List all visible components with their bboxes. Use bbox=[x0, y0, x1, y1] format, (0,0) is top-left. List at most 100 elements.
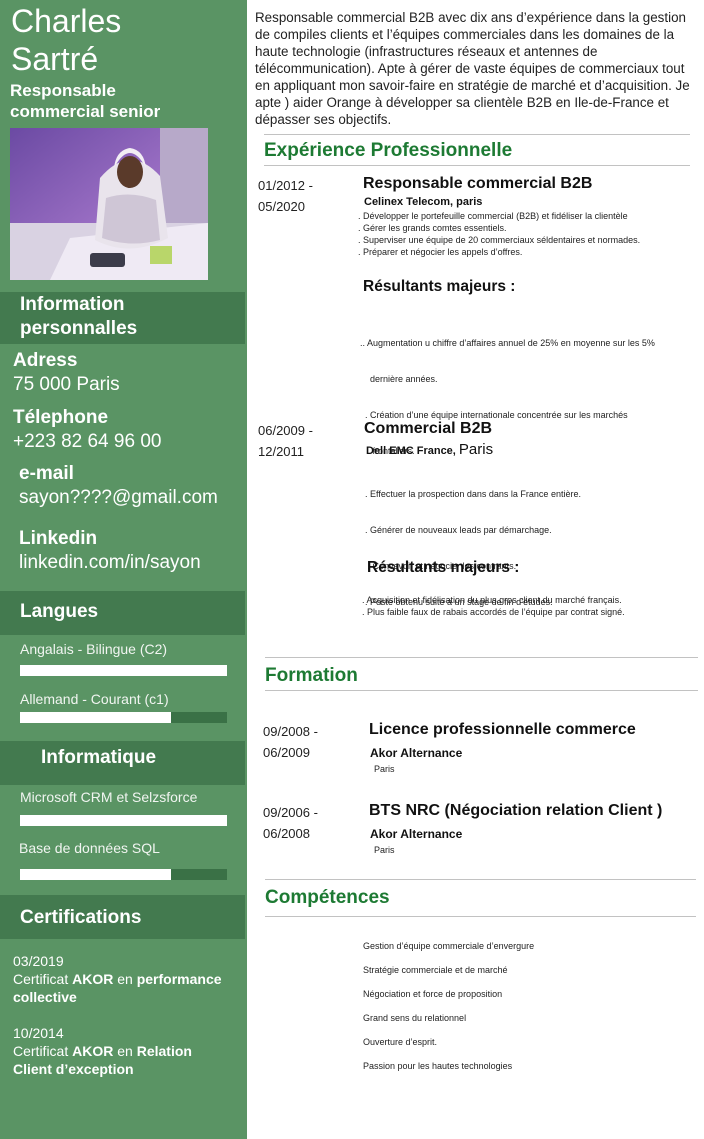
education-dates: 09/2008 - 06/2009 bbox=[263, 721, 318, 763]
languages-heading: Langues bbox=[0, 591, 245, 635]
education-date-end: 06/2008 bbox=[263, 826, 310, 841]
education-date-start: 09/2008 - bbox=[263, 724, 318, 739]
software-label: Base de données SQL bbox=[19, 840, 160, 856]
education-school: Akor Alternance bbox=[370, 746, 463, 760]
language-level-fill bbox=[20, 712, 172, 723]
results-heading: Résultants majeurs : bbox=[367, 559, 520, 576]
results-heading: Résultants majeurs : bbox=[363, 278, 516, 295]
divider bbox=[265, 690, 698, 691]
personal-info-heading: Information personnalles bbox=[0, 292, 245, 344]
phone-value: +223 82 64 96 00 bbox=[13, 431, 162, 452]
language-label: Allemand - Courant (c1) bbox=[20, 691, 169, 707]
job-date-end: 05/2020 bbox=[258, 199, 305, 214]
skill-item: Ouverture d’esprit. bbox=[363, 1037, 438, 1047]
skill-item: Stratégie commerciale et de marché bbox=[363, 965, 508, 975]
role-line-2: commercial senior bbox=[10, 102, 161, 121]
software-level-fill bbox=[20, 869, 172, 880]
job-result: .. Augmentation u chiffre d’affaires ann… bbox=[360, 338, 655, 348]
education-title: Licence professionnelle commerce bbox=[369, 721, 636, 738]
language-level-bar bbox=[20, 712, 227, 723]
candidate-role: Responsable commercial senior bbox=[10, 80, 160, 122]
certification-prefix: Certificat bbox=[13, 1043, 73, 1059]
divider bbox=[264, 134, 690, 135]
divider bbox=[264, 165, 690, 166]
certification-topic-cont: collective bbox=[13, 989, 77, 1005]
education-city: Paris bbox=[374, 764, 395, 774]
skill-item: Passion pour les hautes technologies bbox=[363, 1061, 513, 1071]
education-dates: 09/2006 - 06/2008 bbox=[263, 802, 318, 844]
divider bbox=[265, 916, 696, 917]
job-results: . Acquisition et fidélisation du plus gr… bbox=[362, 594, 625, 618]
divider bbox=[265, 657, 698, 658]
personal-heading-line-2: personnalles bbox=[20, 318, 138, 339]
education-heading: Formation bbox=[265, 665, 358, 686]
email-label: e-mail bbox=[19, 463, 74, 484]
certification-org: AKOR bbox=[72, 971, 114, 987]
computing-heading: Informatique bbox=[0, 741, 245, 785]
first-name: Charles bbox=[11, 3, 122, 39]
job-company: Celinex Telecom, paris bbox=[364, 196, 483, 208]
main-content: Responsable commercial B2B avec dix ans … bbox=[247, 0, 704, 1139]
address-label: Adress bbox=[13, 350, 78, 371]
job-task: . Développer le portefeuille commercial … bbox=[358, 211, 628, 221]
software-level-fill bbox=[20, 815, 227, 826]
certification-topic: performance bbox=[136, 971, 222, 987]
experience-heading: Expérience Professionnelle bbox=[264, 140, 513, 161]
language-level-fill bbox=[20, 665, 227, 676]
software-level-bar bbox=[20, 869, 227, 880]
email-value[interactable]: sayon????@gmail.com bbox=[19, 487, 218, 509]
certifications-heading: Certifications bbox=[0, 895, 245, 939]
certification-item: 03/2019 Certificat AKOR en performance c… bbox=[13, 952, 247, 1006]
candidate-name: Charles Sartré bbox=[11, 2, 121, 78]
role-line-1: Responsable bbox=[10, 81, 116, 100]
education-date-end: 06/2009 bbox=[263, 745, 310, 760]
certification-mid: en bbox=[113, 971, 137, 987]
job-title: Commercial B2B bbox=[364, 420, 493, 437]
job-date-start: 01/2012 - bbox=[258, 178, 313, 193]
education-date-start: 09/2006 - bbox=[263, 805, 318, 820]
language-label: Angalais - Bilingue (C2) bbox=[20, 641, 168, 657]
sidebar: Charles Sartré Responsable commercial se… bbox=[0, 0, 247, 1139]
certification-org: AKOR bbox=[72, 1043, 114, 1059]
certification-mid: en bbox=[113, 1043, 137, 1059]
certification-date: 03/2019 bbox=[13, 953, 64, 969]
job-task: . Générer de nouveaux leads par démarcha… bbox=[365, 525, 552, 535]
address-value: 75 000 Paris bbox=[13, 374, 120, 395]
skill-item: Grand sens du relationnel bbox=[363, 1013, 467, 1023]
last-name: Sartré bbox=[11, 41, 99, 77]
job-task: . Superviser une équipe de 20 commerciau… bbox=[358, 235, 641, 245]
skill-item: Gestion d’équipe commerciale d’envergure bbox=[363, 941, 535, 951]
certification-date: 10/2014 bbox=[13, 1025, 64, 1041]
job-date-end: 12/2011 bbox=[258, 444, 305, 459]
education-city: Paris bbox=[374, 845, 395, 855]
certification-prefix: Certificat bbox=[13, 971, 73, 987]
linkedin-label: Linkedin bbox=[19, 528, 98, 549]
education-school: Akor Alternance bbox=[370, 827, 463, 841]
job-result: . Acquisition et fidélisation du plus gr… bbox=[362, 595, 622, 605]
company-name: Dell EMC France, bbox=[366, 445, 459, 457]
certification-topic: Relation bbox=[136, 1043, 192, 1059]
divider bbox=[265, 879, 696, 880]
language-level-bar bbox=[20, 665, 227, 676]
personal-heading-line-1: Information bbox=[20, 294, 125, 315]
job-title: Responsable commercial B2B bbox=[363, 175, 593, 192]
job-result: dernière années. bbox=[360, 374, 438, 384]
job-date-start: 06/2009 - bbox=[258, 423, 313, 438]
phone-label: Télephone bbox=[13, 407, 109, 428]
job-dates: 06/2009 - 12/2011 bbox=[258, 420, 313, 462]
job-task: . Effectuer la prospection dans dans la … bbox=[365, 489, 581, 499]
skill-item: Négociation et force de proposition bbox=[363, 989, 503, 999]
education-title: BTS NRC (Négociation relation Client ) bbox=[369, 802, 663, 819]
certification-topic-cont: Client d’exception bbox=[13, 1061, 134, 1077]
job-dates: 01/2012 - 05/2020 bbox=[258, 175, 313, 217]
job-company: Dell EMC France, Paris bbox=[366, 441, 493, 458]
job-tasks: . Développer le portefeuille commercial … bbox=[358, 210, 640, 258]
profile-summary: Responsable commercial B2B avec dix ans … bbox=[255, 10, 690, 127]
job-task: . Préparer et négocier les appels d’offr… bbox=[358, 247, 523, 257]
job-result: . Plus faible faux de rabais accordés de… bbox=[362, 607, 625, 617]
company-place: Paris bbox=[458, 441, 494, 458]
job-task: . Gérer les grands comtes essentiels. bbox=[358, 223, 507, 233]
linkedin-value[interactable]: linkedin.com/in/sayon bbox=[19, 552, 201, 574]
profile-photo bbox=[10, 128, 208, 280]
software-label: Microsoft CRM et Selzsforce bbox=[20, 789, 198, 805]
